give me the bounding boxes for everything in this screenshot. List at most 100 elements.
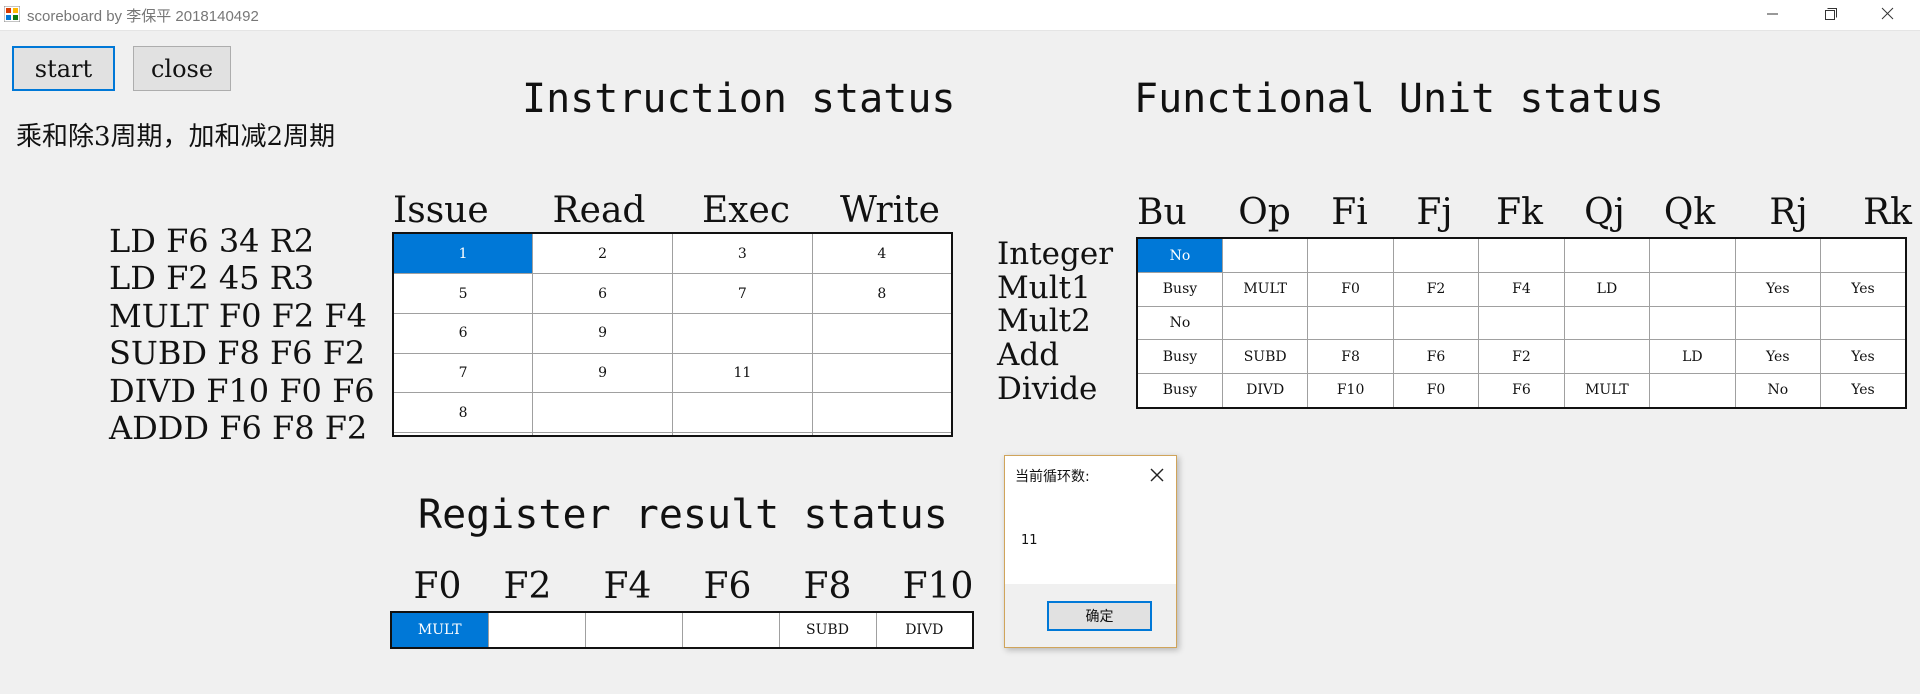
register-result-status-table[interactable]: MULT SUBD DIVD bbox=[390, 611, 974, 649]
minimize-button[interactable] bbox=[1743, 0, 1801, 30]
close-button[interactable]: close bbox=[133, 46, 231, 91]
table-cell[interactable] bbox=[532, 432, 673, 437]
close-window-button[interactable] bbox=[1859, 0, 1917, 30]
table-cell[interactable] bbox=[681, 611, 780, 649]
table-cell[interactable]: No bbox=[1734, 372, 1822, 409]
table-cell[interactable] bbox=[811, 352, 953, 394]
table-cell[interactable]: Yes bbox=[1734, 339, 1822, 374]
table-cell[interactable] bbox=[1478, 305, 1565, 341]
table-cell[interactable]: 2 bbox=[532, 232, 673, 275]
table-cell[interactable]: 7 bbox=[672, 273, 813, 314]
table-cell[interactable]: 11 bbox=[672, 352, 813, 394]
table-cell[interactable]: SUBD bbox=[1221, 339, 1309, 374]
table-cell[interactable] bbox=[672, 312, 813, 354]
table-cell[interactable] bbox=[672, 432, 813, 437]
table-cell[interactable] bbox=[532, 392, 673, 433]
table-cell[interactable]: MULT bbox=[1563, 372, 1651, 409]
restore-button[interactable] bbox=[1801, 0, 1859, 30]
table-cell[interactable] bbox=[1563, 237, 1651, 274]
col-header-fk: Fk bbox=[1496, 192, 1543, 233]
unit-name-integer: Integer bbox=[997, 236, 1114, 272]
table-cell[interactable]: F6 bbox=[1478, 372, 1565, 409]
table-cell[interactable]: DIVD bbox=[875, 611, 974, 649]
close-icon bbox=[1881, 7, 1894, 20]
table-cell[interactable]: 5 bbox=[392, 273, 534, 314]
table-cell[interactable]: Busy bbox=[1136, 372, 1223, 409]
table-row: 5 6 7 8 bbox=[392, 273, 953, 314]
table-cell[interactable]: LD bbox=[1563, 272, 1651, 307]
table-cell[interactable]: Yes bbox=[1820, 339, 1907, 374]
col-header-exec: Exec bbox=[701, 190, 791, 231]
col-header-issue: Issue bbox=[393, 190, 489, 231]
table-cell[interactable] bbox=[1221, 305, 1309, 341]
table-cell[interactable]: F10 bbox=[1307, 372, 1394, 409]
table-cell[interactable] bbox=[1649, 237, 1736, 274]
ok-button[interactable]: 确定 bbox=[1047, 601, 1152, 631]
table-cell[interactable] bbox=[1820, 305, 1907, 341]
table-cell[interactable]: No bbox=[1136, 237, 1223, 274]
col-header-f10: F10 bbox=[902, 566, 974, 607]
table-cell[interactable]: F2 bbox=[1392, 272, 1480, 307]
table-cell[interactable] bbox=[1392, 305, 1480, 341]
table-cell[interactable] bbox=[392, 432, 534, 437]
table-cell[interactable] bbox=[487, 611, 586, 649]
table-cell[interactable] bbox=[672, 392, 813, 433]
table-cell[interactable] bbox=[1820, 237, 1907, 274]
table-cell[interactable]: F8 bbox=[1307, 339, 1394, 374]
table-cell[interactable]: 9 bbox=[532, 352, 673, 394]
table-row: 7 9 11 bbox=[392, 352, 953, 394]
table-cell[interactable]: Busy bbox=[1136, 339, 1223, 374]
table-cell[interactable]: 8 bbox=[392, 392, 534, 433]
table-cell[interactable]: Yes bbox=[1820, 272, 1907, 307]
instruction-status-table[interactable]: 1 2 3 4 5 6 7 8 6 9 7 9 11 8 bbox=[392, 232, 953, 437]
table-cell[interactable]: F6 bbox=[1392, 339, 1480, 374]
table-cell[interactable] bbox=[1734, 237, 1822, 274]
start-button[interactable]: start bbox=[12, 46, 115, 91]
table-cell[interactable] bbox=[1392, 237, 1480, 274]
table-cell[interactable] bbox=[1649, 305, 1736, 341]
table-cell[interactable] bbox=[811, 312, 953, 354]
title-bar: scoreboard by 李保平 2018140492 bbox=[0, 0, 1920, 31]
table-cell[interactable]: 1 bbox=[392, 232, 534, 275]
table-cell[interactable]: Busy bbox=[1136, 272, 1223, 307]
table-cell[interactable] bbox=[1307, 237, 1394, 274]
close-icon[interactable] bbox=[1149, 467, 1165, 483]
table-cell[interactable] bbox=[1478, 237, 1565, 274]
table-cell[interactable] bbox=[811, 392, 953, 433]
table-cell[interactable]: SUBD bbox=[778, 611, 877, 649]
table-cell[interactable]: Yes bbox=[1734, 272, 1822, 307]
table-cell[interactable] bbox=[1649, 272, 1736, 307]
table-row: 8 bbox=[392, 392, 953, 433]
table-cell[interactable] bbox=[584, 611, 683, 649]
table-cell[interactable]: F4 bbox=[1478, 272, 1565, 307]
table-cell[interactable]: F2 bbox=[1478, 339, 1565, 374]
table-cell[interactable]: 3 bbox=[672, 232, 813, 275]
table-cell[interactable]: LD bbox=[1649, 339, 1736, 374]
functional-unit-status-table[interactable]: No Busy MULT F0 F2 F4 LD Yes Yes No Busy… bbox=[1136, 237, 1907, 409]
table-cell[interactable] bbox=[1221, 237, 1309, 274]
table-cell[interactable] bbox=[1563, 339, 1651, 374]
col-header-f8: F8 bbox=[803, 566, 852, 607]
table-cell[interactable]: 9 bbox=[532, 312, 673, 354]
table-cell[interactable] bbox=[1307, 305, 1394, 341]
cycle-note: 乘和除3周期，加和减2周期 bbox=[16, 122, 336, 152]
table-cell[interactable]: 8 bbox=[811, 273, 953, 314]
table-cell[interactable]: DIVD bbox=[1221, 372, 1309, 409]
table-cell[interactable]: MULT bbox=[1221, 272, 1309, 307]
table-cell[interactable]: No bbox=[1136, 305, 1223, 341]
table-cell[interactable]: MULT bbox=[390, 611, 489, 649]
table-cell[interactable] bbox=[1734, 305, 1822, 341]
table-cell[interactable]: F0 bbox=[1392, 372, 1480, 409]
table-cell[interactable]: 7 bbox=[392, 352, 534, 394]
table-cell[interactable]: 4 bbox=[811, 232, 953, 275]
table-cell[interactable] bbox=[811, 432, 953, 437]
unit-name-add: Add bbox=[997, 337, 1060, 373]
table-row: MULT SUBD DIVD bbox=[390, 611, 974, 649]
table-cell[interactable]: F0 bbox=[1307, 272, 1394, 307]
instruction-4: SUBD F8 F6 F2 bbox=[109, 334, 366, 372]
table-cell[interactable]: 6 bbox=[532, 273, 673, 314]
table-cell[interactable] bbox=[1649, 372, 1736, 409]
table-cell[interactable]: Yes bbox=[1820, 372, 1907, 409]
table-cell[interactable]: 6 bbox=[392, 312, 534, 354]
table-cell[interactable] bbox=[1563, 305, 1651, 341]
